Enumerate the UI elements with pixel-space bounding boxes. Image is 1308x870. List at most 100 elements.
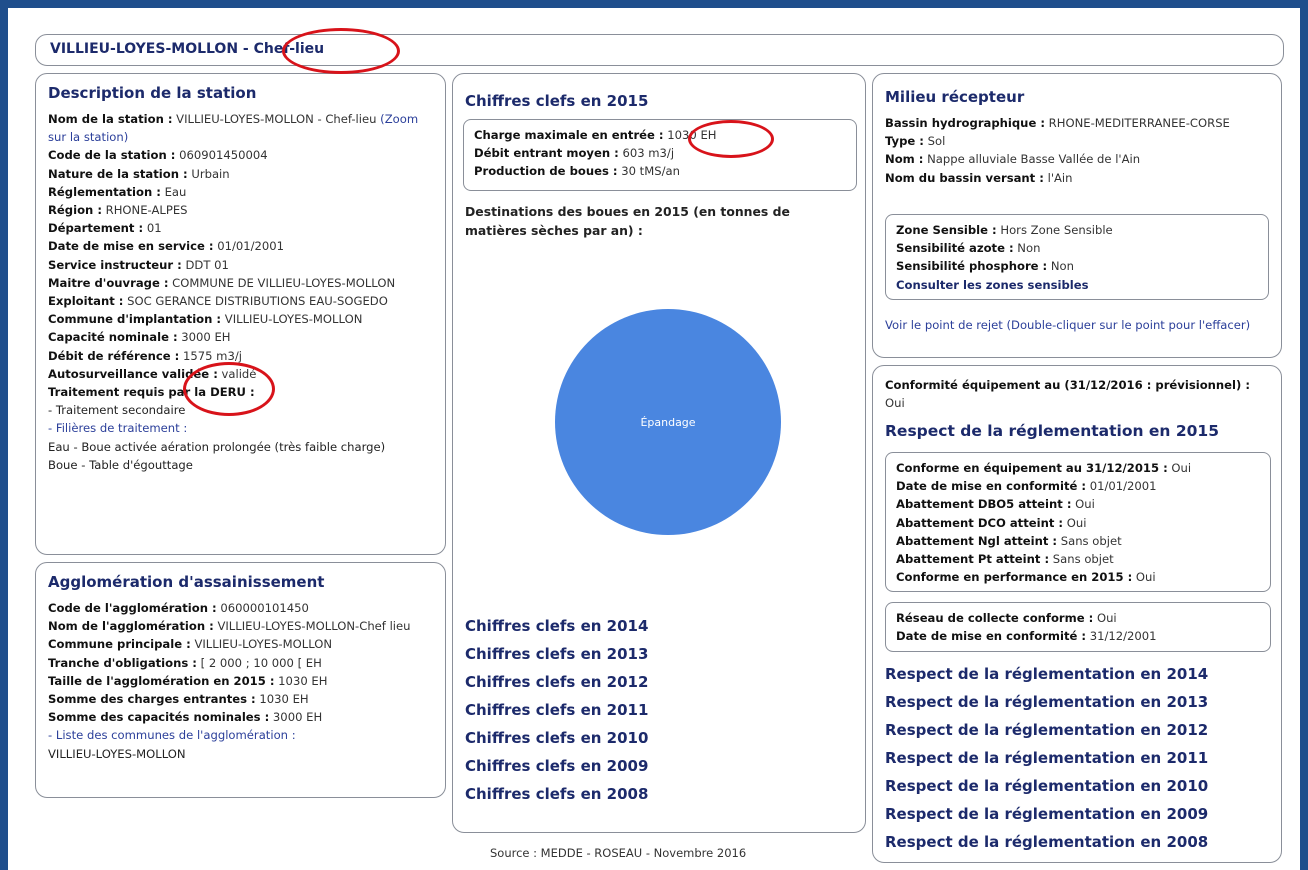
conformite-label: Abattement Pt atteint : [896, 552, 1050, 567]
reseau-label: Date de mise en conformité : [896, 629, 1087, 644]
reseau-value: 31/12/2001 [1086, 629, 1157, 644]
station-title-bar: VILLIEU-LOYES-MOLLON - Chef-lieu [35, 34, 1284, 66]
chiffres-year-link[interactable]: Chiffres clefs en 2011 [465, 696, 648, 724]
chiffres-year-link[interactable]: Chiffres clefs en 2008 [465, 780, 648, 808]
description-label: Service instructeur : [48, 257, 182, 272]
description-value: RHONE-ALPES [101, 203, 188, 218]
chiffres-year-link[interactable]: Chiffres clefs en 2012 [465, 668, 648, 696]
agglomeration-value: VILLIEU-LOYES-MOLLON [190, 637, 333, 652]
milieu-value: l'Ain [1043, 170, 1073, 185]
chiffres-year-link[interactable]: Chiffres clefs en 2010 [465, 724, 648, 752]
milieu-value: Nappe alluviale Basse Vallée de l'Ain [923, 152, 1141, 167]
annotation-circle-capacite [183, 362, 275, 416]
agglomeration-panel: Agglomération d'assainissement Code de l… [35, 562, 446, 798]
description-row: Capacité nominale : 3000 EH [48, 328, 433, 346]
destinations-title: Destinations des boues en 2015 (en tonne… [465, 204, 790, 238]
description-row: Exploitant : SOC GERANCE DISTRIBUTIONS E… [48, 292, 433, 310]
reglementation-year-link[interactable]: Respect de la réglementation en 2012 [885, 716, 1208, 744]
conformite-value: Oui [1071, 497, 1095, 512]
zone-sensible-box: Zone Sensible : Hors Zone Sensible Sensib… [885, 214, 1269, 300]
agglomeration-label: Somme des charges entrantes : [48, 692, 256, 707]
description-heading: Description de la station [48, 84, 257, 102]
zones-sensibles-link[interactable]: Consulter les zones sensibles [896, 276, 1258, 294]
description-panel: Description de la station Nom de la stat… [35, 73, 446, 555]
chiffres-year-link[interactable]: Chiffres clefs en 2014 [465, 612, 648, 640]
description-value: VILLIEU-LOYES-MOLLON [221, 312, 363, 327]
reglementation-year-link[interactable]: Respect de la réglementation en 2010 [885, 772, 1208, 800]
filieres-link[interactable]: - Filières de traitement : [48, 419, 433, 437]
chiffres-value: 603 m3/j [618, 146, 675, 161]
chiffres-years-list: Chiffres clefs en 2014 Chiffres clefs en … [465, 612, 648, 808]
milieu-rows: Bassin hydrographique : RHONE-MEDITERRAN… [885, 114, 1265, 187]
description-row: Date de mise en service : 01/01/2001 [48, 237, 433, 255]
conformite-row: Conforme en performance en 2015 : Oui [896, 568, 1260, 586]
chiffres-year-link[interactable]: Chiffres clefs en 2009 [465, 752, 648, 780]
description-row: Nom de la station : VILLIEU-LOYES-MOLLON… [48, 110, 433, 146]
agglomeration-label: Tranche d'obligations : [48, 655, 197, 670]
agglomeration-row: Taille de l'agglomération en 2015 : 1030… [48, 672, 433, 690]
zone-row: Sensibilité azote : Non [896, 239, 1258, 257]
annotation-circle-charge [688, 120, 774, 158]
conformite-value: Sans objet [1049, 552, 1114, 567]
description-row: Région : RHONE-ALPES [48, 201, 433, 219]
description-rows: Nom de la station : VILLIEU-LOYES-MOLLON… [48, 110, 433, 401]
reglementation-year-link[interactable]: Respect de la réglementation en 2011 [885, 744, 1208, 772]
description-row: Maitre d'ouvrage : COMMUNE DE VILLIEU-LO… [48, 274, 433, 292]
conformite-row: Abattement DCO atteint : Oui [896, 514, 1260, 532]
zone-value: Non [1013, 241, 1041, 256]
reglementation-2015-box: Conforme en équipement au 31/12/2015 : O… [885, 452, 1271, 592]
reglementation-year-link[interactable]: Respect de la réglementation en 2008 [885, 828, 1208, 856]
zone-label: Sensibilité phosphore : [896, 259, 1048, 274]
chiffres-label: Débit entrant moyen : [474, 146, 619, 161]
destinations-pie-chart: Épandage [555, 309, 781, 535]
reglementation-year-link[interactable]: Respect de la réglementation en 2014 [885, 660, 1208, 688]
zone-label: Sensibilité azote : [896, 241, 1014, 256]
reseau-label: Réseau de collecte conforme : [896, 611, 1094, 625]
point-rejet-link[interactable]: Voir le point de rejet (Double-cliquer s… [885, 316, 1265, 334]
description-row: Réglementation : Eau [48, 183, 433, 201]
description-label: Réglementation : [48, 184, 161, 199]
communes-link[interactable]: - Liste des communes de l'agglomération … [48, 726, 433, 744]
description-value: DDT 01 [181, 257, 229, 272]
milieu-label: Type : [885, 134, 924, 149]
agglomeration-row: Commune principale : VILLIEU-LOYES-MOLLO… [48, 635, 433, 653]
agglomeration-label: Somme des capacités nominales : [48, 710, 270, 725]
agglomeration-row: Code de l'agglomération : 060000101450 [48, 599, 433, 617]
filiere-boue: Boue - Table d'égouttage [48, 457, 193, 472]
reglementation-year-link[interactable]: Respect de la réglementation en 2009 [885, 800, 1208, 828]
description-label: Code de la station : [48, 148, 176, 163]
chiffres-row: Charge maximale en entrée : 1030 EH [474, 126, 846, 144]
conformite-row: Abattement Ngl atteint : Sans objet [896, 532, 1260, 550]
description-row: Code de la station : 060901450004 [48, 146, 433, 164]
agglomeration-value: VILLIEU-LOYES-MOLLON-Chef lieu [213, 619, 411, 634]
description-value: VILLIEU-LOYES-MOLLON - Chef-lieu [172, 112, 377, 126]
agglomeration-heading: Agglomération d'assainissement [48, 573, 325, 591]
conformite-row: Conforme en équipement au 31/12/2015 : O… [896, 459, 1260, 477]
agglomeration-row: Nom de l'agglomération : VILLIEU-LOYES-M… [48, 617, 433, 635]
reseau-row: Réseau de collecte conforme : Oui [896, 609, 1260, 627]
agglomeration-label: Nom de l'agglomération : [48, 619, 214, 634]
description-value: 060901450004 [175, 148, 268, 163]
zone-label: Zone Sensible : [896, 223, 997, 237]
description-value: 01/01/2001 [213, 239, 285, 254]
description-value: COMMUNE DE VILLIEU-LOYES-MOLLON [168, 275, 396, 290]
reglementation-year-link[interactable]: Respect de la réglementation en 2013 [885, 688, 1208, 716]
reglementation-2015-heading[interactable]: Respect de la réglementation en 2015 [885, 422, 1219, 440]
milieu-label: Bassin hydrographique : [885, 116, 1045, 130]
description-label: Nom de la station : [48, 112, 173, 126]
description-label: Débit de référence : [48, 348, 180, 363]
source-text: Source : MEDDE - ROSEAU - Novembre 2016 [490, 846, 747, 860]
agglomeration-value: 3000 EH [269, 710, 323, 725]
description-label: Région : [48, 203, 102, 218]
zone-value: Hors Zone Sensible [996, 223, 1113, 237]
description-row: Nature de la station : Urbain [48, 165, 433, 183]
conformite-panel: Conformité équipement au (31/12/2016 : p… [872, 365, 1282, 863]
conformite-value: 01/01/2001 [1086, 479, 1157, 494]
reseau-value: Oui [1093, 611, 1117, 625]
chiffres-heading: Chiffres clefs en 2015 [465, 92, 649, 110]
chiffres-year-link[interactable]: Chiffres clefs en 2013 [465, 640, 648, 668]
description-label: Exploitant : [48, 294, 124, 309]
description-label: Département : [48, 221, 144, 236]
agglomeration-value: 1030 EH [274, 673, 328, 688]
reseau-row: Date de mise en conformité : 31/12/2001 [896, 627, 1260, 645]
